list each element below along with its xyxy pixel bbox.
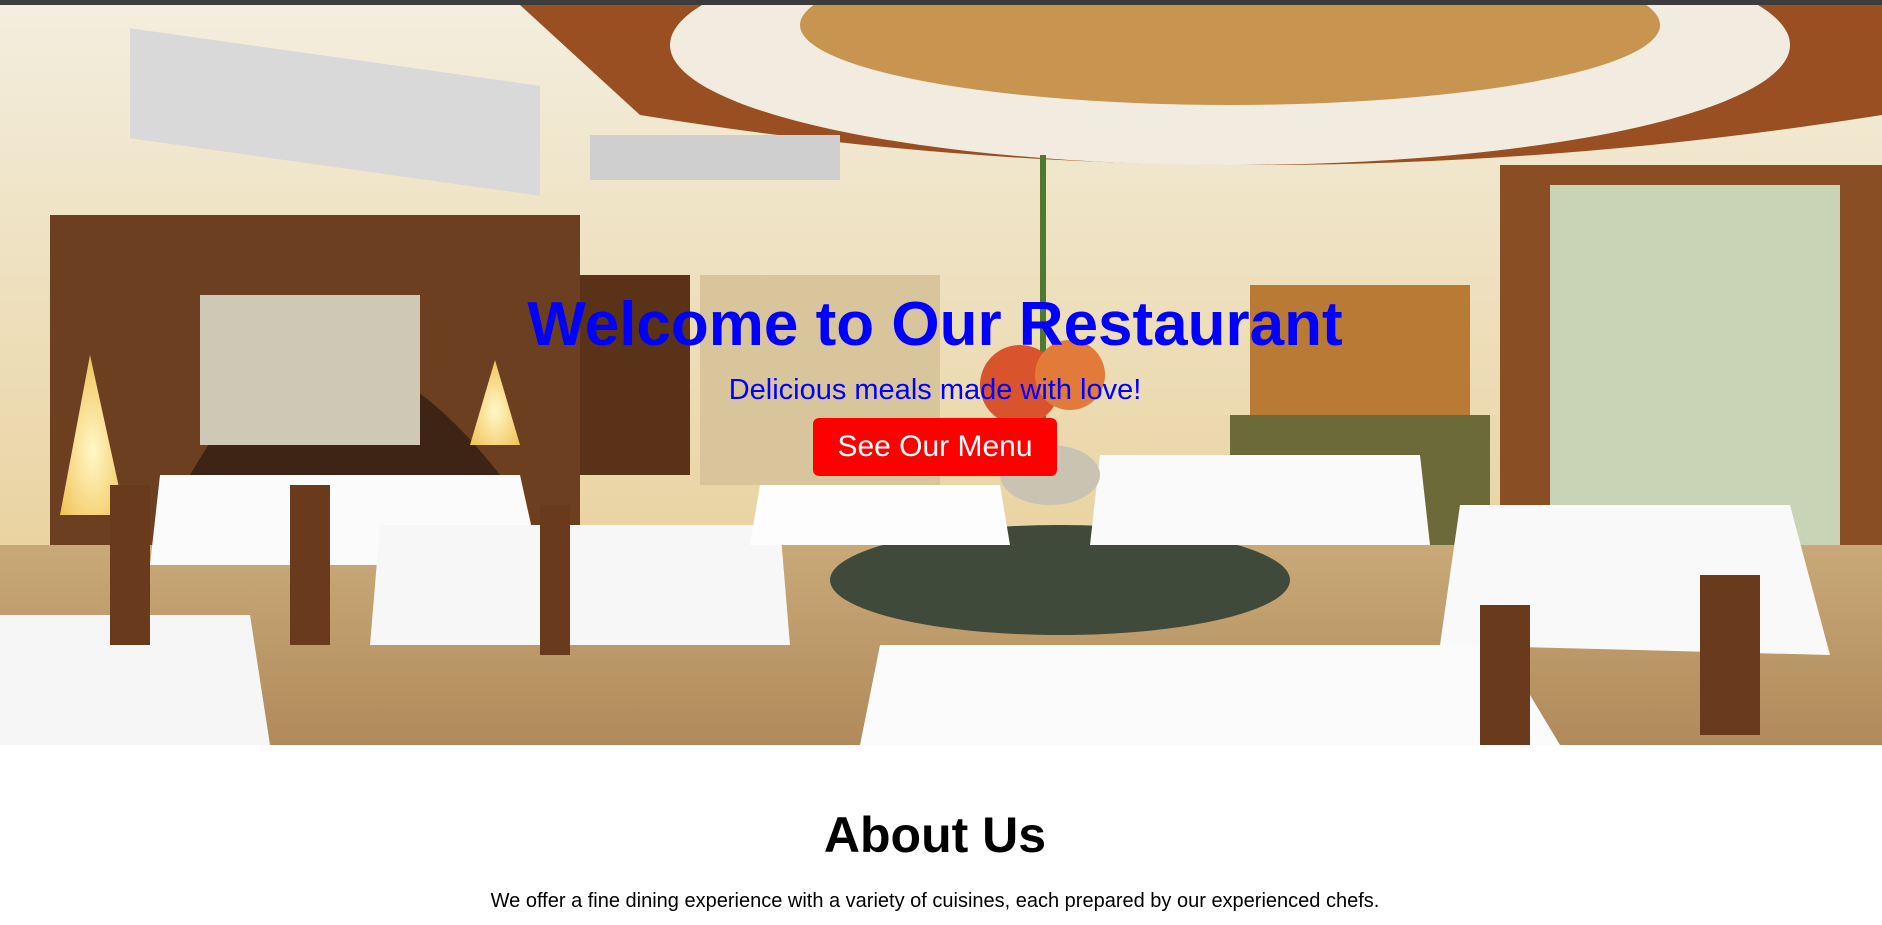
hero-title: Welcome to Our Restaurant [527,290,1343,359]
hero-subtitle: Delicious meals made with love! [728,374,1142,406]
hero-section: Welcome to Our Restaurant Delicious meal… [0,5,1882,745]
hero-overlay: Welcome to Our Restaurant Delicious meal… [0,5,1882,745]
about-section: About Us We offer a fine dining experien… [0,745,1882,925]
about-description: We offer a fine dining experience with a… [490,890,1380,912]
about-title: About Us [823,807,1047,863]
see-menu-button[interactable]: See Our Menu [813,418,1057,476]
